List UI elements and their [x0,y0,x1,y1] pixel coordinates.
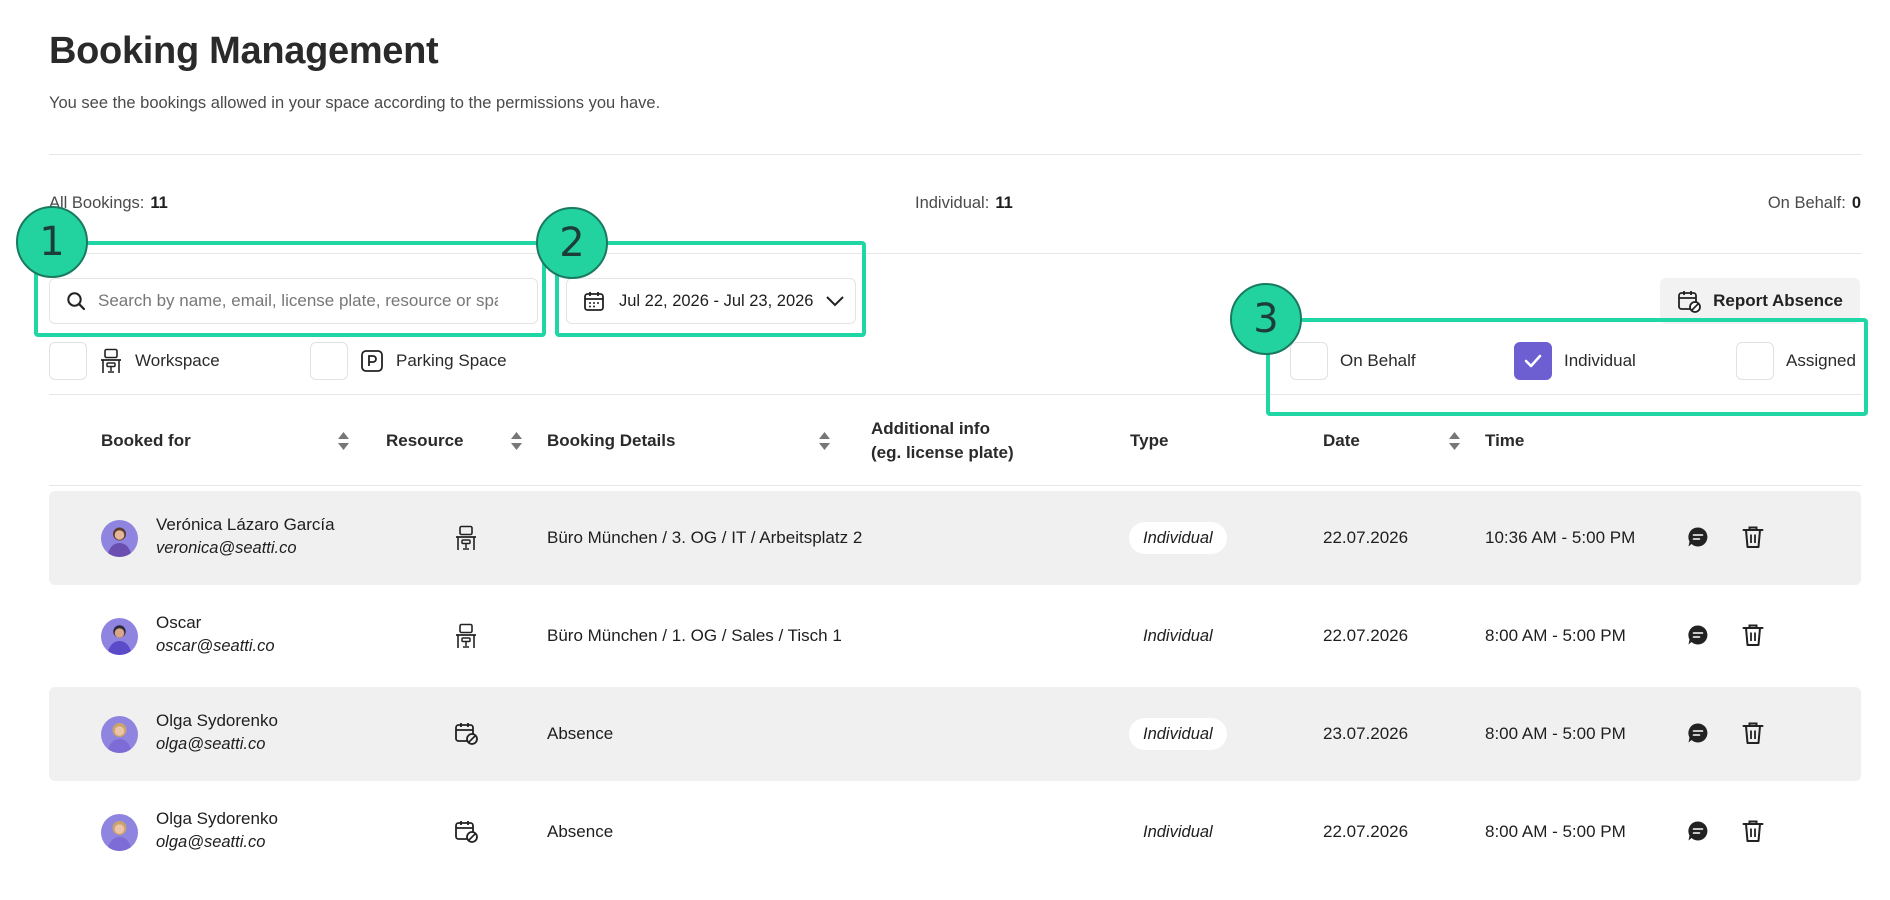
parking-space-label: Parking Space [396,351,507,370]
booked-for-email: olga@seatti.co [156,735,266,753]
type-badge: Individual [1143,822,1213,841]
col-additional-info: Additional info (eg. license plate) [871,417,1014,465]
comment-icon[interactable] [1687,526,1709,553]
page-subtitle: You see the bookings allowed in your spa… [49,94,661,112]
stat-onbehalf-value: 0 [1851,194,1861,212]
trash-icon[interactable] [1742,525,1764,554]
booking-details: Büro München / 3. OG / IT / Arbeitsplatz… [547,528,863,547]
annotation-badge-1: 1 [16,206,88,278]
annotation-badge-3: 3 [1230,283,1302,355]
highlight-box-filters [1266,318,1868,416]
col-type: Type [1130,431,1169,450]
workspace-label: Workspace [135,351,220,370]
col-additional-info-line1: Additional info [871,419,990,438]
desk-chair-icon [454,525,478,556]
avatar [101,716,138,753]
booking-time: 10:36 AM - 5:00 PM [1485,528,1636,547]
booked-for-name: Olga Sydorenko [156,809,278,828]
trash-icon[interactable] [1742,721,1764,750]
filter-workspace[interactable]: Workspace [49,342,220,380]
booked-for-name: Oscar [156,613,202,632]
sort-icon[interactable] [510,431,523,456]
trash-icon[interactable] [1742,623,1764,652]
desk-chair-icon [99,348,123,374]
calendar-absence-icon [454,819,478,848]
col-time: Time [1485,431,1525,450]
avatar [101,520,138,557]
report-absence-label: Report Absence [1713,291,1843,310]
comment-icon[interactable] [1687,820,1709,847]
booking-time: 8:00 AM - 5:00 PM [1485,724,1626,743]
stat-all-value: 11 [150,194,168,212]
table-row[interactable]: Oscar oscar@seatti.co Büro München / 1. … [49,589,1861,683]
calendar-absence-icon [454,721,478,750]
table-row[interactable]: Olga Sydorenko olga@seatti.co Absence In… [49,785,1861,879]
trash-icon[interactable] [1742,819,1764,848]
booking-details: Büro München / 1. OG / Sales / Tisch 1 [547,626,842,645]
booking-date: 22.07.2026 [1323,822,1409,841]
col-resource[interactable]: Resource [386,429,463,453]
booking-details: Absence [547,822,614,841]
booked-for-name: Verónica Lázaro García [156,515,335,534]
parking-icon [360,349,384,373]
parking-space-checkbox[interactable] [310,342,348,380]
type-badge: Individual [1129,718,1227,750]
sort-icon[interactable] [337,431,350,456]
table-row[interactable]: Verónica Lázaro García veronica@seatti.c… [49,491,1861,585]
avatar [101,618,138,655]
booking-time: 8:00 AM - 5:00 PM [1485,822,1626,841]
booking-time: 8:00 AM - 5:00 PM [1485,626,1626,645]
col-booked-for[interactable]: Booked for [101,429,191,453]
filter-parking-space[interactable]: Parking Space [310,342,507,380]
stat-individual-value: 11 [995,194,1013,212]
stat-on-behalf: On Behalf: 0 [1768,194,1861,213]
col-booking-details[interactable]: Booking Details [547,429,675,453]
booking-details: Absence [547,724,614,743]
header-divider [49,154,1861,155]
col-date[interactable]: Date [1323,429,1360,453]
comment-icon[interactable] [1687,722,1709,749]
sort-icon[interactable] [1448,431,1461,456]
calendar-absence-icon [1677,289,1702,313]
desk-chair-icon [454,623,478,654]
type-badge: Individual [1143,626,1213,645]
sort-icon[interactable] [818,431,831,456]
avatar [101,814,138,851]
booking-date: 23.07.2026 [1323,724,1409,743]
booking-date: 22.07.2026 [1323,626,1409,645]
booking-date: 22.07.2026 [1323,528,1409,547]
col-additional-info-line2: (eg. license plate) [871,443,1014,462]
booked-for-email: veronica@seatti.co [156,539,297,557]
annotation-badge-2: 2 [536,207,608,279]
booked-for-email: olga@seatti.co [156,833,266,851]
booked-for-name: Olga Sydorenko [156,711,278,730]
comment-icon[interactable] [1687,624,1709,651]
workspace-checkbox[interactable] [49,342,87,380]
highlight-box-search [34,241,546,337]
type-badge: Individual [1129,522,1227,554]
stat-individual: Individual: 11 [915,194,1013,213]
booked-for-email: oscar@seatti.co [156,637,275,655]
table-row[interactable]: Olga Sydorenko olga@seatti.co Absence In… [49,687,1861,781]
page-title: Booking Management [49,30,439,72]
stat-onbehalf-label: On Behalf: [1767,194,1846,212]
stat-individual-label: Individual: [915,194,990,212]
